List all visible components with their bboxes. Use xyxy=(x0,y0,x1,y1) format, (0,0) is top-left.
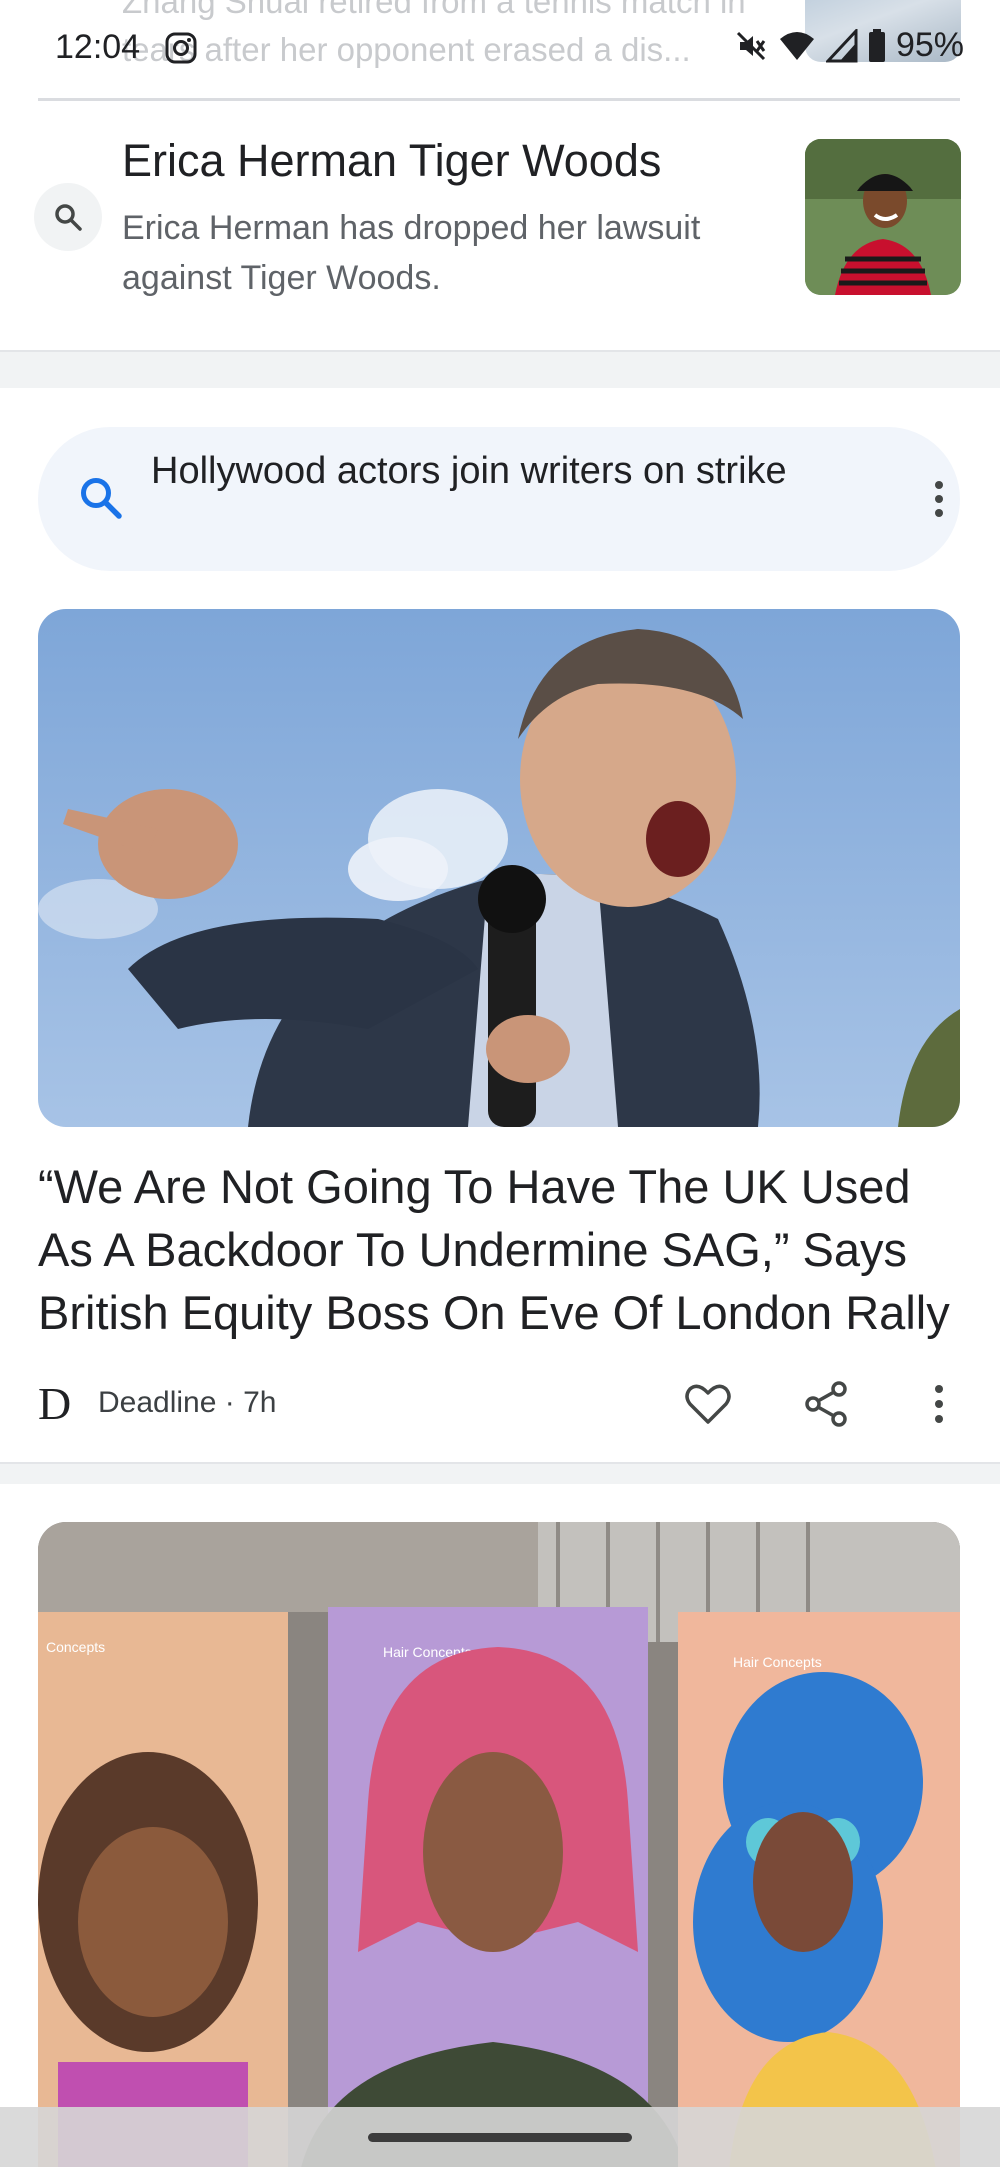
article-title[interactable]: “We Are Not Going To Have The UK Used As… xyxy=(38,1155,968,1344)
section-divider xyxy=(0,1462,1000,1484)
dot-icon xyxy=(935,481,943,489)
source-logo: D xyxy=(38,1378,72,1429)
related-search-title: Erica Herman Tiger Woods xyxy=(122,135,662,186)
heart-icon[interactable] xyxy=(682,1378,734,1430)
dot-icon xyxy=(935,1400,943,1408)
section-divider xyxy=(0,350,1000,388)
article-more-options-button[interactable] xyxy=(916,1378,962,1430)
panel-label: Concepts xyxy=(46,1639,105,1655)
signal-icon xyxy=(825,28,858,62)
status-bar: 12:04 95% xyxy=(0,20,1000,80)
golfer-image xyxy=(805,139,961,295)
dot-icon xyxy=(935,495,943,503)
home-gesture-handle[interactable] xyxy=(368,2133,632,2142)
gesture-navigation-bar xyxy=(0,2107,1000,2167)
battery-percentage: 95% xyxy=(895,26,964,64)
topic-search-chip[interactable]: Hollywood actors join writers on strike xyxy=(38,427,960,571)
dot-icon xyxy=(935,1415,943,1423)
panel-label: Hair Concepts xyxy=(733,1654,822,1670)
search-icon xyxy=(81,478,122,519)
related-search-description: Erica Herman has dropped her lawsuit aga… xyxy=(122,209,701,297)
topic-more-options-button[interactable] xyxy=(916,471,962,527)
dot-icon xyxy=(935,1385,943,1393)
dot-icon xyxy=(935,509,943,517)
search-icon xyxy=(55,204,82,231)
article-hero-image[interactable] xyxy=(38,609,960,1127)
source-meta: Deadline · 7h xyxy=(98,1386,277,1419)
status-icons: 95% xyxy=(734,26,964,65)
related-search-item[interactable]: Erica Herman Tiger Woods Erica Herman ha… xyxy=(0,101,1000,351)
battery-icon xyxy=(868,28,885,62)
wifi-icon xyxy=(779,31,814,60)
related-search-thumbnail xyxy=(805,139,961,295)
related-search-icon-wrap xyxy=(34,183,102,251)
hair-concepts-photo: Concepts Hair Concepts Hair Concepts xyxy=(38,1522,960,2167)
article-source-row: D Deadline · 7h xyxy=(38,1378,960,1430)
share-icon[interactable] xyxy=(800,1378,852,1430)
instagram-icon xyxy=(165,32,197,64)
speaker-photo xyxy=(38,609,960,1127)
next-article-image[interactable]: Concepts Hair Concepts Hair Concepts xyxy=(38,1522,960,2167)
mute-icon xyxy=(736,31,766,60)
status-time: 12:04 xyxy=(55,28,141,66)
topic-search-text: Hollywood actors join writers on strike xyxy=(151,450,787,492)
